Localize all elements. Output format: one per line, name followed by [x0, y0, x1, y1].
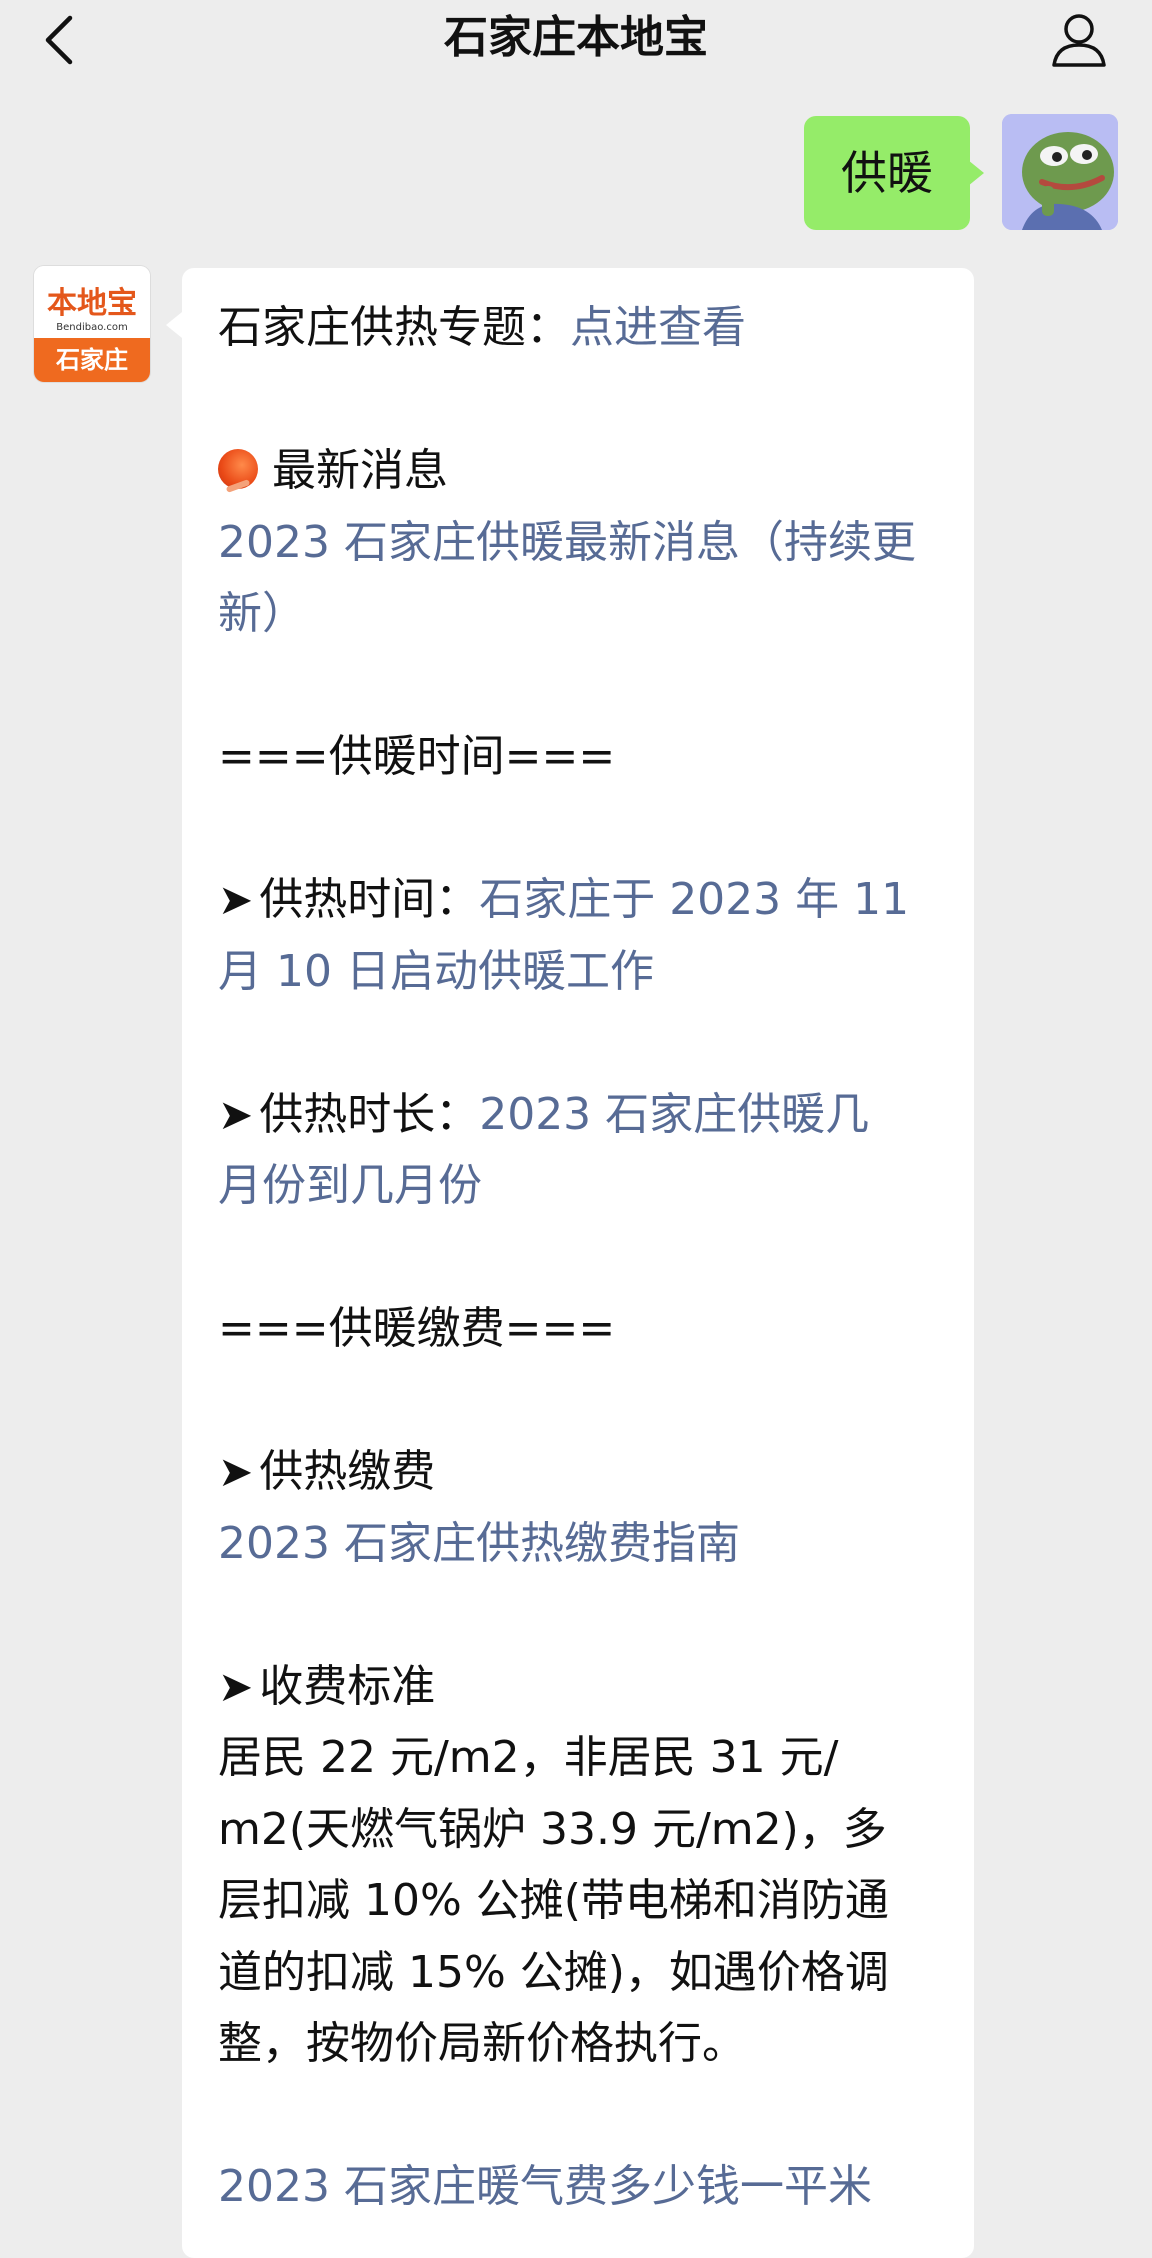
start-time-link-line-2[interactable]: 月 10 日启动供暖工作	[218, 936, 942, 1008]
topic-link[interactable]: 点进查看	[570, 302, 746, 353]
payment-label: 供热缴费	[259, 1446, 436, 1497]
message-content: 石家庄供热专题：点进查看 最新消息 2023 石家庄供暖最新消息（持续更 新） …	[218, 292, 942, 2223]
section-heading-time: ===供暖时间===	[218, 731, 616, 782]
news-heading-line: 最新消息	[218, 435, 942, 507]
arrow-icon: ➤	[218, 1661, 254, 1711]
topic-label: 石家庄供热专题：	[218, 302, 570, 353]
topic-line: 石家庄供热专题：点进查看	[218, 292, 942, 364]
news-link-line-2[interactable]: 新）	[218, 578, 942, 650]
duration-label: 供热时长：	[259, 1088, 480, 1140]
start-time-link[interactable]: 石家庄于 2023 年 11	[479, 874, 909, 925]
outgoing-message-bubble[interactable]: 供暖	[804, 116, 970, 230]
standard-text-line: m2(天燃气锅炉 33.9 元/m2)，多	[218, 1803, 887, 1855]
bot-avatar-city: 石家庄	[34, 338, 150, 382]
standard-line: ➤ 收费标准	[218, 1651, 942, 1723]
price-link[interactable]: 2023 石家庄暖气费多少钱一平米	[218, 2151, 942, 2223]
outgoing-message-text: 供暖	[841, 146, 933, 200]
duration-line: ➤ 供热时长：2023 石家庄供暖几	[218, 1079, 942, 1151]
standard-text-line: 层扣减 10% 公摊(带电梯和消防通	[218, 1875, 889, 1926]
standard-label: 收费标准	[259, 1660, 436, 1712]
top-nav-bar: 石家庄本地宝	[0, 0, 1152, 100]
page-title: 石家庄本地宝	[444, 12, 708, 63]
standard-text-line: 居民 22 元/m2，非居民 31 元/	[218, 1732, 839, 1783]
duration-link-line-2[interactable]: 月份到几月份	[218, 1150, 942, 1222]
news-link-line-1[interactable]: 2023 石家庄供暖最新消息（持续更	[218, 507, 942, 579]
standard-text-line: 整，按物价局新价格执行。	[218, 2018, 746, 2069]
standard-text-line: 道的扣减 15% 公摊)，如遇价格调	[218, 1946, 889, 1998]
incoming-bubble-tail	[166, 312, 182, 338]
payment-line: ➤ 供热缴费	[218, 1436, 942, 1508]
arrow-icon: ➤	[218, 1447, 254, 1496]
incoming-message-bubble: 石家庄供热专题：点进查看 最新消息 2023 石家庄供暖最新消息（持续更 新） …	[182, 268, 974, 2258]
arrow-icon: ➤	[218, 875, 254, 924]
fireball-icon	[218, 449, 258, 489]
news-heading: 最新消息	[272, 445, 448, 496]
user-icon	[1052, 14, 1106, 67]
arrow-icon: ➤	[218, 1089, 254, 1139]
my-avatar[interactable]	[1002, 114, 1118, 230]
profile-button[interactable]	[1046, 6, 1112, 72]
payment-guide-link[interactable]: 2023 石家庄供热缴费指南	[218, 1508, 942, 1580]
start-time-line: ➤ 供热时间：石家庄于 2023 年 11	[218, 864, 942, 936]
duration-link[interactable]: 2023 石家庄供暖几	[479, 1089, 869, 1140]
section-heading-fee: ===供暖缴费===	[218, 1303, 616, 1354]
frog-avatar-icon	[1002, 114, 1118, 230]
bendibao-logo: 本地宝 Bendibao.com	[34, 266, 150, 338]
start-time-label: 供热时间：	[259, 874, 480, 925]
bot-avatar[interactable]: 本地宝 Bendibao.com 石家庄	[34, 266, 150, 382]
outgoing-bubble-tail	[968, 160, 984, 186]
